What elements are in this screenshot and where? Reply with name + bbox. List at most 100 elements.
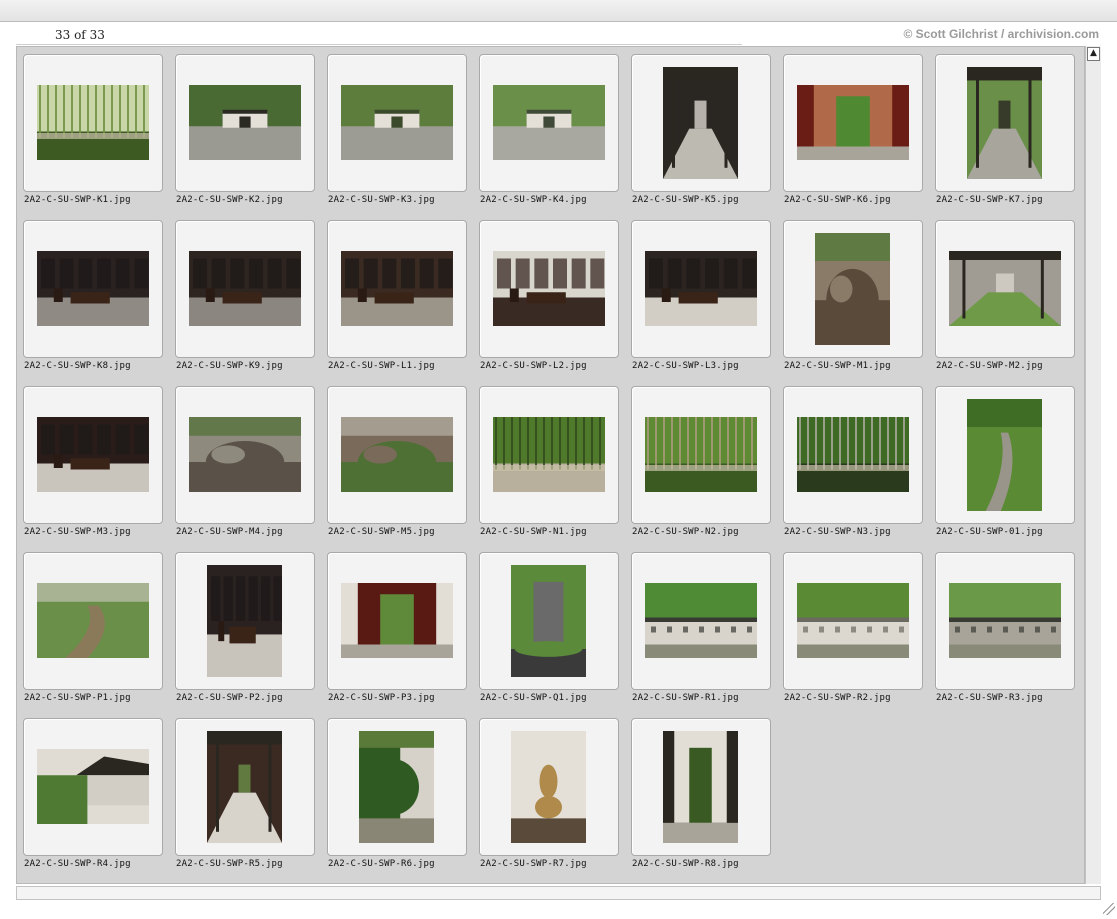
- thumbnail-item[interactable]: 2A2-C-SU-SWP-K3.jpg: [321, 48, 467, 208]
- slide-frame[interactable]: [327, 220, 467, 358]
- thumbnail-image[interactable]: [967, 399, 1042, 511]
- thumbnail-image[interactable]: [37, 749, 149, 824]
- thumbnail-image[interactable]: [815, 233, 890, 345]
- thumbnail-item[interactable]: 2A2-C-SU-SWP-P3.jpg: [321, 546, 467, 706]
- slide-frame[interactable]: [631, 552, 771, 690]
- thumbnail-item[interactable]: 2A2-C-SU-SWP-Q1.jpg: [473, 546, 619, 706]
- thumbnail-image[interactable]: [493, 85, 605, 160]
- slide-frame[interactable]: [327, 718, 467, 856]
- slide-frame[interactable]: [327, 54, 467, 192]
- thumbnail-image[interactable]: [645, 583, 757, 658]
- slide-frame[interactable]: [631, 220, 771, 358]
- thumbnail-item[interactable]: 2A2-C-SU-SWP-R3.jpg: [929, 546, 1075, 706]
- slide-frame[interactable]: [23, 552, 163, 690]
- slide-frame[interactable]: [175, 386, 315, 524]
- thumbnail-item[interactable]: 2A2-C-SU-SWP-R8.jpg: [625, 712, 771, 872]
- thumbnail-image[interactable]: [37, 85, 149, 160]
- thumbnail-item[interactable]: 2A2-C-SU-SWP-M3.jpg: [17, 380, 163, 540]
- slide-frame[interactable]: [783, 552, 923, 690]
- thumbnail-item[interactable]: 2A2-C-SU-SWP-R2.jpg: [777, 546, 923, 706]
- slide-frame[interactable]: [783, 54, 923, 192]
- slide-frame[interactable]: [783, 220, 923, 358]
- thumbnail-image[interactable]: [207, 565, 282, 677]
- slide-frame[interactable]: [479, 718, 619, 856]
- thumbnail-item[interactable]: 2A2-C-SU-SWP-K7.jpg: [929, 48, 1075, 208]
- thumbnail-item[interactable]: 2A2-C-SU-SWP-N2.jpg: [625, 380, 771, 540]
- thumbnail-item[interactable]: 2A2-C-SU-SWP-M4.jpg: [169, 380, 315, 540]
- thumbnail-item[interactable]: 2A2-C-SU-SWP-N3.jpg: [777, 380, 923, 540]
- thumbnail-image[interactable]: [189, 417, 301, 492]
- vertical-scrollbar[interactable]: ▲: [1085, 46, 1101, 884]
- thumbnail-item[interactable]: 2A2-C-SU-SWP-K4.jpg: [473, 48, 619, 208]
- thumbnail-item[interactable]: 2A2-C-SU-SWP-R6.jpg: [321, 712, 467, 872]
- slide-frame[interactable]: [935, 54, 1075, 192]
- scroll-to-top-icon[interactable]: ▲: [1087, 47, 1100, 61]
- slide-frame[interactable]: [479, 552, 619, 690]
- thumbnail-image[interactable]: [341, 251, 453, 326]
- slide-frame[interactable]: [935, 220, 1075, 358]
- thumbnail-image[interactable]: [949, 583, 1061, 658]
- slide-frame[interactable]: [327, 552, 467, 690]
- slide-frame[interactable]: [935, 552, 1075, 690]
- thumbnail-image[interactable]: [949, 251, 1061, 326]
- thumbnail-image[interactable]: [493, 417, 605, 492]
- slide-frame[interactable]: [631, 54, 771, 192]
- thumbnail-item[interactable]: 2A2-C-SU-SWP-M2.jpg: [929, 214, 1075, 374]
- thumbnail-item[interactable]: 2A2-C-SU-SWP-K6.jpg: [777, 48, 923, 208]
- slide-frame[interactable]: [935, 386, 1075, 524]
- slide-frame[interactable]: [327, 386, 467, 524]
- thumbnail-image[interactable]: [645, 251, 757, 326]
- thumbnail-image[interactable]: [341, 417, 453, 492]
- thumbnail-item[interactable]: 2A2-C-SU-SWP-K2.jpg: [169, 48, 315, 208]
- thumbnail-image[interactable]: [645, 417, 757, 492]
- thumbnail-item[interactable]: 2A2-C-SU-SWP-K1.jpg: [17, 48, 163, 208]
- thumbnail-item[interactable]: 2A2-C-SU-SWP-01.jpg: [929, 380, 1075, 540]
- thumbnail-item[interactable]: 2A2-C-SU-SWP-R5.jpg: [169, 712, 315, 872]
- thumbnail-item[interactable]: 2A2-C-SU-SWP-K8.jpg: [17, 214, 163, 374]
- slide-frame[interactable]: [23, 54, 163, 192]
- thumbnail-item[interactable]: 2A2-C-SU-SWP-P2.jpg: [169, 546, 315, 706]
- thumbnail-item[interactable]: 2A2-C-SU-SWP-K5.jpg: [625, 48, 771, 208]
- thumbnail-item[interactable]: 2A2-C-SU-SWP-R1.jpg: [625, 546, 771, 706]
- slide-frame[interactable]: [631, 386, 771, 524]
- thumbnail-image[interactable]: [207, 731, 282, 843]
- thumbnail-image[interactable]: [511, 731, 586, 843]
- slide-frame[interactable]: [479, 220, 619, 358]
- slide-frame[interactable]: [23, 718, 163, 856]
- thumbnail-image[interactable]: [189, 85, 301, 160]
- thumbnail-image[interactable]: [37, 417, 149, 492]
- thumbnail-item[interactable]: 2A2-C-SU-SWP-P1.jpg: [17, 546, 163, 706]
- thumbnail-image[interactable]: [37, 251, 149, 326]
- thumbnail-image[interactable]: [341, 583, 453, 658]
- thumbnail-image[interactable]: [797, 417, 909, 492]
- thumbnail-image[interactable]: [663, 67, 738, 179]
- slide-frame[interactable]: [175, 54, 315, 192]
- slide-frame[interactable]: [175, 718, 315, 856]
- thumbnail-item[interactable]: 2A2-C-SU-SWP-M5.jpg: [321, 380, 467, 540]
- slide-frame[interactable]: [479, 386, 619, 524]
- slide-frame[interactable]: [783, 386, 923, 524]
- thumbnail-image[interactable]: [37, 583, 149, 658]
- thumbnail-image[interactable]: [359, 731, 434, 843]
- thumbnail-image[interactable]: [189, 251, 301, 326]
- thumbnail-image[interactable]: [511, 565, 586, 677]
- thumbnail-item[interactable]: 2A2-C-SU-SWP-L2.jpg: [473, 214, 619, 374]
- thumbnail-image[interactable]: [663, 731, 738, 843]
- thumbnail-item[interactable]: 2A2-C-SU-SWP-N1.jpg: [473, 380, 619, 540]
- slide-frame[interactable]: [23, 220, 163, 358]
- thumbnail-image[interactable]: [493, 251, 605, 326]
- thumbnail-item[interactable]: 2A2-C-SU-SWP-R4.jpg: [17, 712, 163, 872]
- slide-frame[interactable]: [23, 386, 163, 524]
- thumbnail-image[interactable]: [797, 583, 909, 658]
- slide-frame[interactable]: [175, 552, 315, 690]
- thumbnail-item[interactable]: 2A2-C-SU-SWP-L3.jpg: [625, 214, 771, 374]
- slide-frame[interactable]: [631, 718, 771, 856]
- thumbnail-item[interactable]: 2A2-C-SU-SWP-L1.jpg: [321, 214, 467, 374]
- thumbnail-image[interactable]: [967, 67, 1042, 179]
- slide-frame[interactable]: [175, 220, 315, 358]
- thumbnail-image[interactable]: [341, 85, 453, 160]
- thumbnail-item[interactable]: 2A2-C-SU-SWP-K9.jpg: [169, 214, 315, 374]
- thumbnail-item[interactable]: 2A2-C-SU-SWP-M1.jpg: [777, 214, 923, 374]
- thumbnail-item[interactable]: 2A2-C-SU-SWP-R7.jpg: [473, 712, 619, 872]
- slide-frame[interactable]: [479, 54, 619, 192]
